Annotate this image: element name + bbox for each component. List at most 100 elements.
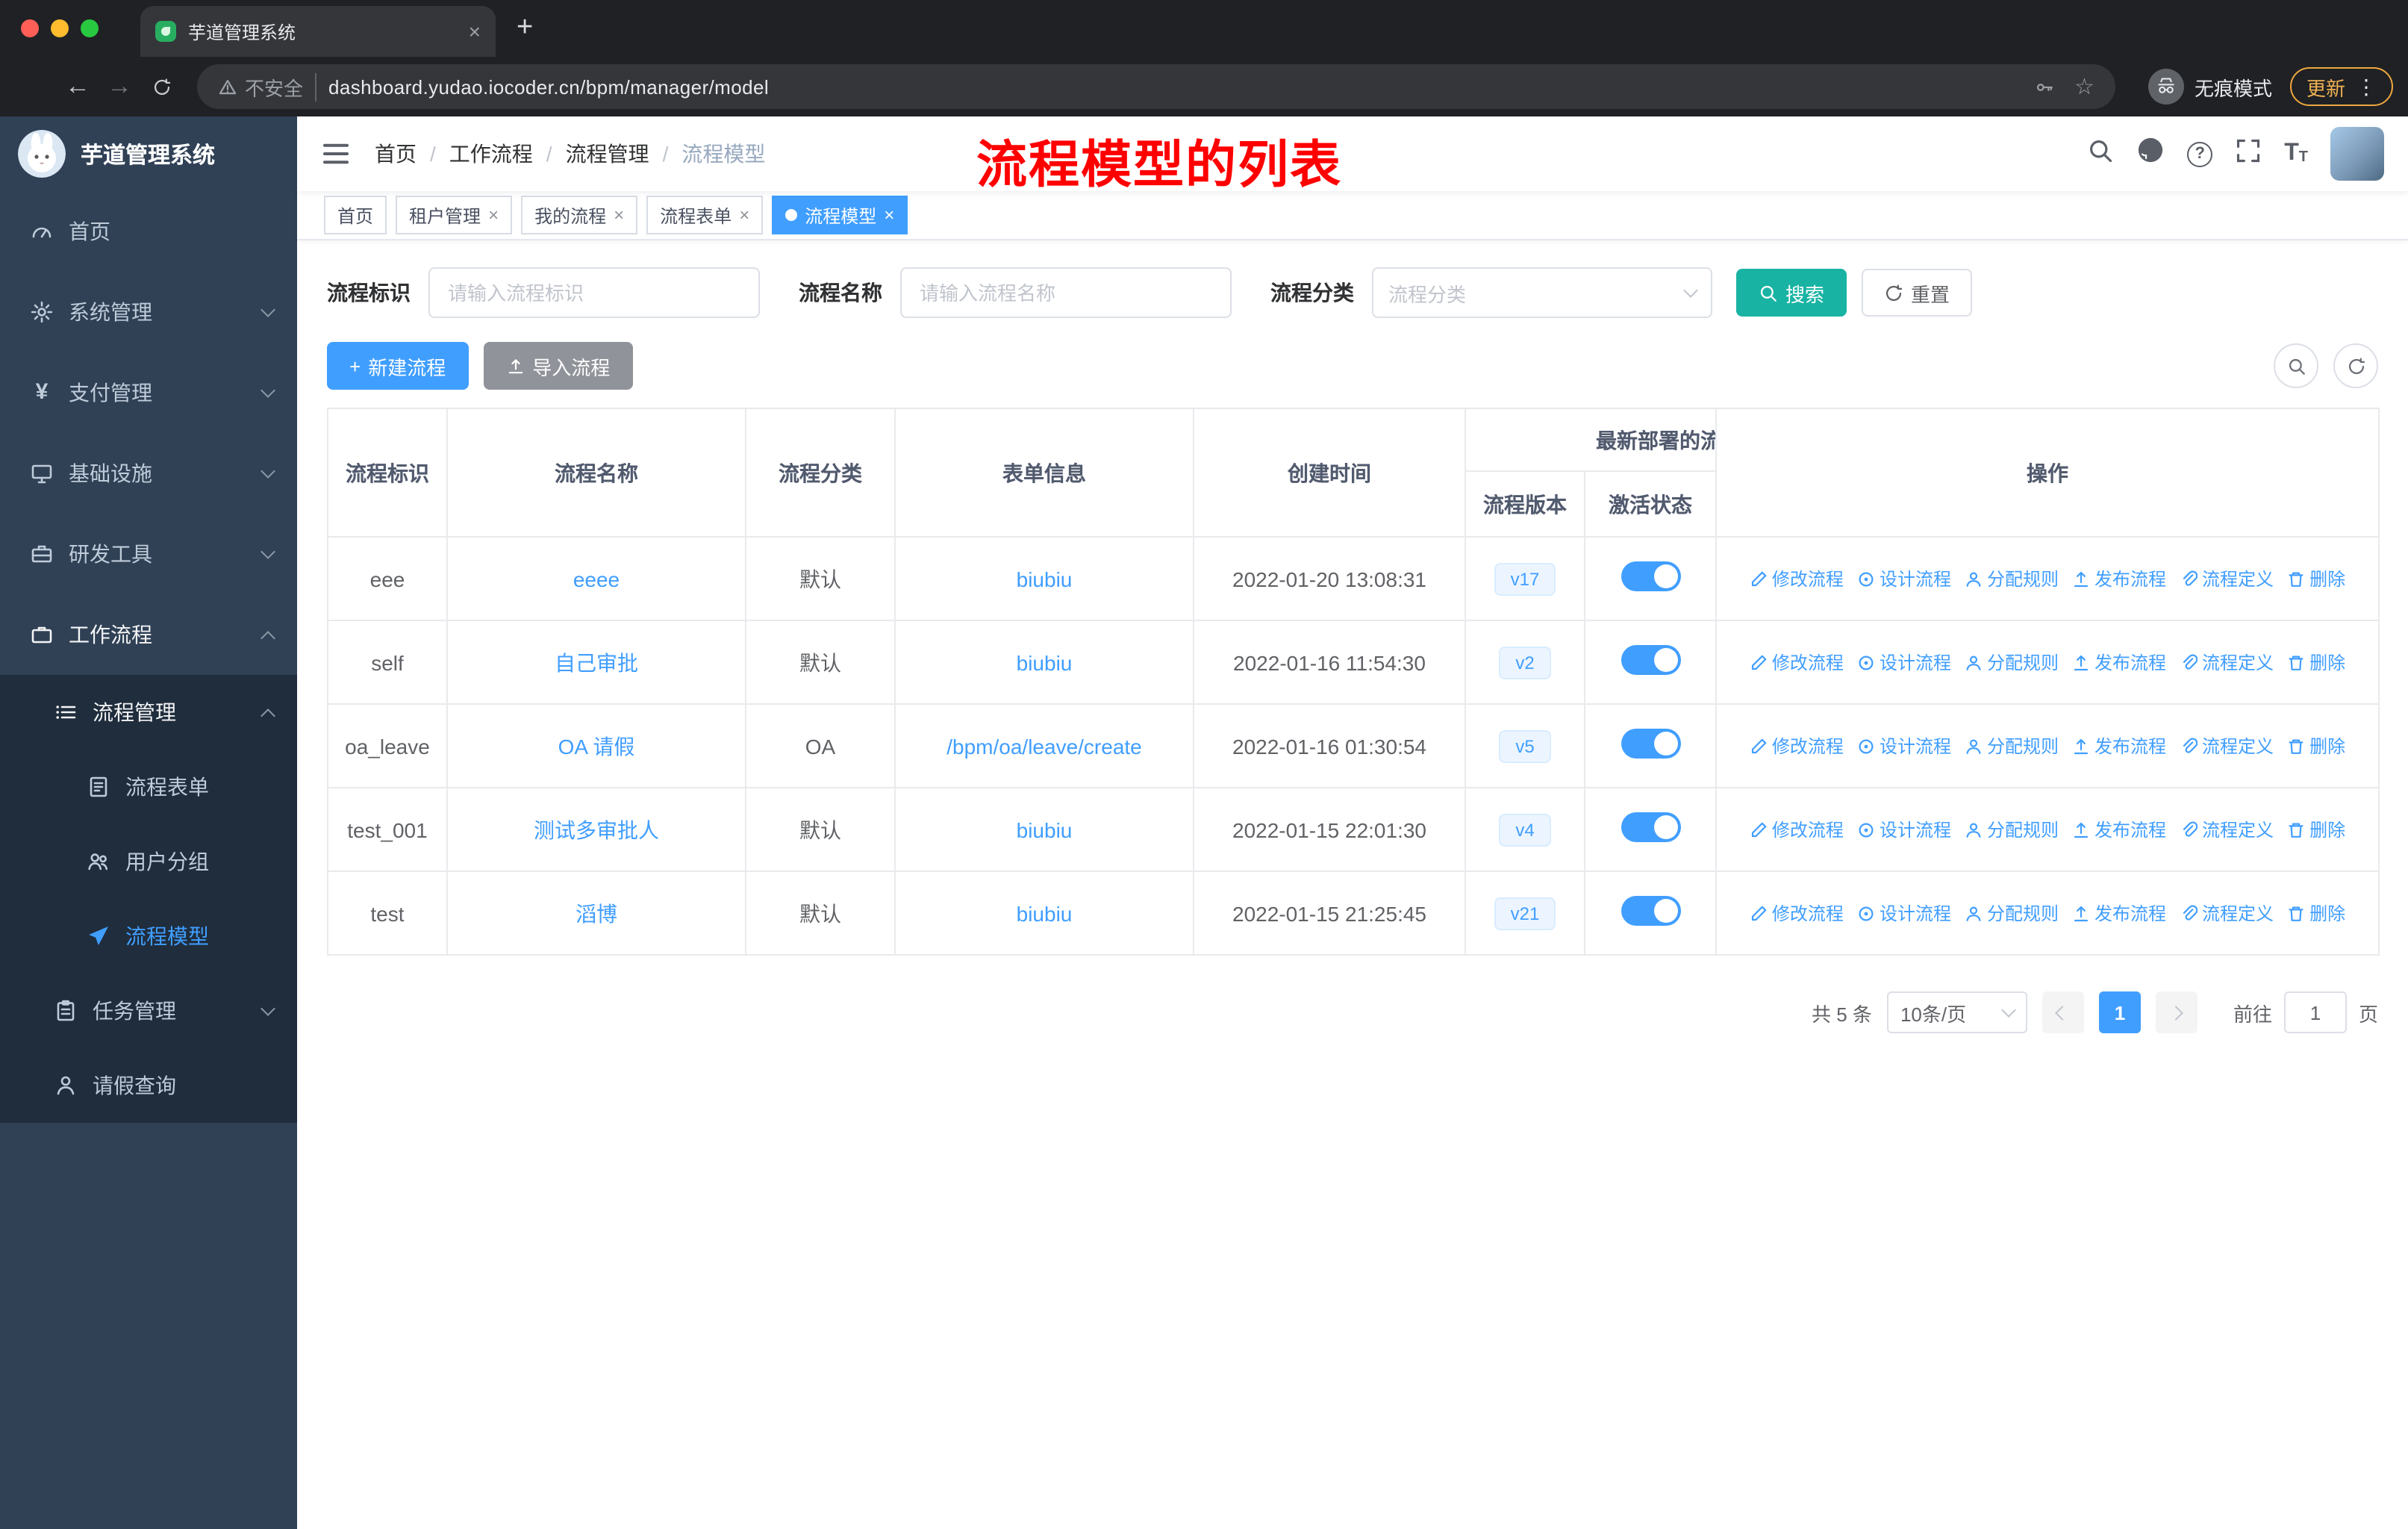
assign-rule-link[interactable]: 分配规则: [1965, 733, 2059, 759]
assign-rule-link[interactable]: 分配规则: [1965, 650, 2059, 675]
tag-home[interactable]: 首页: [324, 196, 387, 234]
reset-button[interactable]: 重置: [1862, 269, 1973, 317]
close-icon[interactable]: ×: [739, 205, 749, 225]
close-icon[interactable]: ×: [614, 205, 624, 225]
process-name-link[interactable]: 测试多审批人: [534, 818, 659, 841]
search-button[interactable]: 搜索: [1736, 269, 1847, 317]
sidebar-item-process-form[interactable]: 流程表单: [0, 750, 297, 824]
sidebar-item-user-group[interactable]: 用户分组: [0, 824, 297, 899]
modify-process-link[interactable]: 修改流程: [1750, 733, 1844, 759]
close-icon[interactable]: ×: [488, 205, 499, 225]
sidebar-item-process-mgmt[interactable]: 流程管理: [0, 675, 297, 750]
active-toggle[interactable]: [1621, 812, 1680, 842]
security-warning[interactable]: 不安全: [218, 72, 317, 101]
delete-link[interactable]: 删除: [2287, 733, 2345, 759]
modify-process-link[interactable]: 修改流程: [1750, 650, 1844, 675]
process-definition-link[interactable]: 流程定义: [2180, 817, 2274, 842]
modify-process-link[interactable]: 修改流程: [1750, 566, 1844, 591]
browser-menu-icon[interactable]: ⋮: [2356, 74, 2377, 99]
publish-process-link[interactable]: 发布流程: [2072, 650, 2166, 675]
delete-link[interactable]: 删除: [2287, 566, 2345, 591]
process-definition-link[interactable]: 流程定义: [2180, 733, 2274, 759]
breadcrumb-home[interactable]: 首页: [375, 139, 417, 169]
collapse-sidebar-button[interactable]: [321, 139, 351, 169]
active-toggle[interactable]: [1621, 729, 1680, 759]
assign-rule-link[interactable]: 分配规则: [1965, 566, 2059, 591]
design-process-link[interactable]: 设计流程: [1857, 650, 1951, 675]
font-size-icon[interactable]: TT: [2284, 141, 2308, 166]
breadcrumb-workflow[interactable]: 工作流程: [449, 139, 533, 169]
delete-link[interactable]: 删除: [2287, 900, 2345, 926]
design-process-link[interactable]: 设计流程: [1857, 817, 1951, 842]
process-name-input[interactable]: [900, 267, 1232, 318]
publish-process-link[interactable]: 发布流程: [2072, 733, 2166, 759]
process-id-input[interactable]: [428, 267, 760, 318]
key-icon[interactable]: [2034, 77, 2053, 96]
active-toggle[interactable]: [1621, 561, 1680, 591]
goto-page-input[interactable]: [2283, 991, 2347, 1033]
create-process-button[interactable]: + 新建流程: [327, 342, 469, 390]
sidebar-item-leave-query[interactable]: 请假查询: [0, 1048, 297, 1123]
publish-process-link[interactable]: 发布流程: [2072, 817, 2166, 842]
close-icon[interactable]: ×: [884, 205, 894, 225]
process-name-link[interactable]: 自己审批: [555, 650, 638, 674]
user-avatar[interactable]: [2330, 127, 2384, 181]
active-toggle[interactable]: [1621, 896, 1680, 926]
refresh-table-button[interactable]: [2333, 343, 2378, 388]
bookmark-star-icon[interactable]: ☆: [2074, 73, 2094, 100]
reload-button[interactable]: [140, 66, 182, 108]
assign-rule-link[interactable]: 分配规则: [1965, 817, 2059, 842]
design-process-link[interactable]: 设计流程: [1857, 733, 1951, 759]
delete-link[interactable]: 删除: [2287, 650, 2345, 675]
next-page-button[interactable]: [2155, 991, 2198, 1033]
modify-process-link[interactable]: 修改流程: [1750, 817, 1844, 842]
process-definition-link[interactable]: 流程定义: [2180, 900, 2274, 926]
category-select[interactable]: 流程分类: [1372, 267, 1712, 318]
close-window-button[interactable]: [21, 19, 39, 37]
sidebar-item-dev-tools[interactable]: 研发工具: [0, 514, 297, 594]
page-size-select[interactable]: 10条/页: [1886, 991, 2027, 1033]
form-info-link[interactable]: /bpm/oa/leave/create: [946, 734, 1142, 758]
import-process-button[interactable]: 导入流程: [483, 342, 633, 390]
modify-process-link[interactable]: 修改流程: [1750, 900, 1844, 926]
form-info-link[interactable]: biubiu: [1017, 818, 1073, 841]
design-process-link[interactable]: 设计流程: [1857, 900, 1951, 926]
process-name-link[interactable]: 滔博: [576, 901, 617, 925]
sidebar-item-payment-mgmt[interactable]: ¥ 支付管理: [0, 352, 297, 433]
sidebar-item-task-mgmt[interactable]: 任务管理: [0, 974, 297, 1048]
page-number-button[interactable]: 1: [2098, 991, 2141, 1033]
sidebar-item-infrastructure[interactable]: 基础设施: [0, 433, 297, 514]
tag-process-model[interactable]: 流程模型 ×: [772, 196, 908, 234]
process-name-link[interactable]: eeee: [573, 567, 620, 591]
process-definition-link[interactable]: 流程定义: [2180, 650, 2274, 675]
sidebar-item-process-model[interactable]: 流程模型: [0, 899, 297, 974]
header-search-icon[interactable]: [2087, 137, 2114, 171]
zoom-window-button[interactable]: [81, 19, 99, 37]
process-definition-link[interactable]: 流程定义: [2180, 566, 2274, 591]
publish-process-link[interactable]: 发布流程: [2072, 900, 2166, 926]
process-name-link[interactable]: OA 请假: [558, 734, 635, 758]
update-button[interactable]: 更新 ⋮: [2289, 67, 2393, 106]
toggle-search-button[interactable]: [2274, 343, 2318, 388]
github-icon[interactable]: [2136, 136, 2165, 172]
forward-button[interactable]: →: [99, 66, 140, 108]
tag-my-process[interactable]: 我的流程 ×: [521, 196, 638, 234]
form-info-link[interactable]: biubiu: [1017, 650, 1073, 674]
sidebar-item-system-mgmt[interactable]: 系统管理: [0, 272, 297, 352]
form-info-link[interactable]: biubiu: [1017, 567, 1073, 591]
sidebar-item-workflow[interactable]: 工作流程: [0, 594, 297, 675]
form-info-link[interactable]: biubiu: [1017, 901, 1073, 925]
tab-close-icon[interactable]: ×: [469, 19, 481, 43]
assign-rule-link[interactable]: 分配规则: [1965, 900, 2059, 926]
sidebar-item-home[interactable]: 首页: [0, 191, 297, 272]
help-icon[interactable]: ?: [2187, 141, 2213, 166]
prev-page-button[interactable]: [2042, 991, 2084, 1033]
browser-tab[interactable]: 芋道管理系统 ×: [140, 6, 496, 57]
back-button[interactable]: ←: [57, 66, 99, 108]
minimize-window-button[interactable]: [51, 19, 69, 37]
design-process-link[interactable]: 设计流程: [1857, 566, 1951, 591]
new-tab-button[interactable]: +: [517, 12, 533, 45]
active-toggle[interactable]: [1621, 645, 1680, 675]
breadcrumb-process-mgmt[interactable]: 流程管理: [566, 139, 649, 169]
tag-tenant-mgmt[interactable]: 租户管理 ×: [396, 196, 513, 234]
